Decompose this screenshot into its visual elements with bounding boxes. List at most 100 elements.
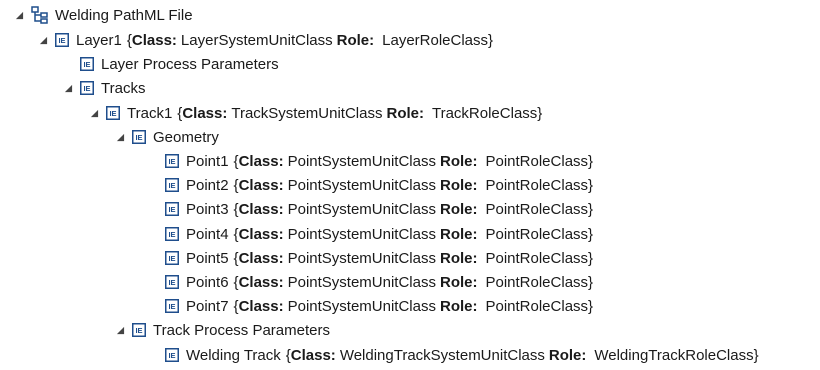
svg-text:IE: IE	[135, 133, 142, 142]
class-value: PointSystemUnitClass	[287, 249, 436, 267]
internal-element-icon: IE	[132, 323, 146, 337]
node-label: Welding Track	[186, 346, 281, 364]
internal-element-icon: IE	[80, 57, 94, 71]
class-value: TrackSystemUnitClass	[231, 104, 383, 122]
role-key: Role:	[439, 152, 478, 170]
tree-node-track1[interactable]: IE Track1 { Class: TrackSystemUnitClass …	[0, 101, 820, 125]
role-key: Role:	[439, 225, 478, 243]
internal-element-icon: IE	[165, 299, 179, 313]
close-brace: }	[588, 152, 594, 170]
internal-element-icon: IE	[165, 227, 179, 241]
role-value: LayerRoleClass	[382, 31, 489, 49]
class-value: PointSystemUnitClass	[287, 297, 436, 315]
tree-node-point[interactable]: IE Point1 { Class: PointSystemUnitClass …	[0, 149, 820, 173]
node-label: Point6	[186, 273, 229, 291]
node-label: Layer Process Parameters	[101, 55, 279, 73]
node-label: Point3	[186, 200, 229, 218]
svg-text:IE: IE	[135, 326, 142, 335]
node-label: Point7	[186, 297, 229, 315]
tree-node-point[interactable]: IE Point3 { Class: PointSystemUnitClass …	[0, 197, 820, 221]
role-key: Role:	[439, 297, 478, 315]
collapse-toggle-icon[interactable]	[37, 28, 49, 52]
collapse-toggle-icon[interactable]	[88, 101, 100, 125]
tree-node-layer1[interactable]: IE Layer1 { Class: LayerSystemUnitClass …	[0, 28, 820, 52]
close-brace: }	[753, 346, 759, 364]
class-value: PointSystemUnitClass	[287, 176, 436, 194]
role-key: Role:	[439, 273, 478, 291]
role-value: TrackRoleClass	[431, 104, 538, 122]
role-value: PointRoleClass	[485, 249, 589, 267]
class-value: PointSystemUnitClass	[287, 273, 436, 291]
node-label: Tracks	[101, 79, 146, 97]
tree-node-layer-process-parameters[interactable]: IE Layer Process Parameters	[0, 52, 820, 76]
tree-node-point[interactable]: IE Point6 { Class: PointSystemUnitClass …	[0, 270, 820, 294]
close-brace: }	[588, 249, 594, 267]
class-value: PointSystemUnitClass	[287, 152, 436, 170]
svg-text:IE: IE	[83, 60, 90, 69]
internal-element-icon: IE	[165, 178, 179, 192]
role-value: PointRoleClass	[485, 152, 589, 170]
svg-text:IE: IE	[168, 254, 175, 263]
class-key: Class:	[238, 200, 284, 218]
node-label: Point5	[186, 249, 229, 267]
node-label: Point2	[186, 176, 229, 194]
internal-element-icon: IE	[132, 130, 146, 144]
tree-node-point[interactable]: IE Point5 { Class: PointSystemUnitClass …	[0, 246, 820, 270]
node-label: Point1	[186, 152, 229, 170]
role-value: PointRoleClass	[485, 297, 589, 315]
class-key: Class:	[131, 31, 177, 49]
collapse-toggle-icon[interactable]	[114, 318, 126, 342]
svg-text:IE: IE	[109, 109, 116, 118]
svg-text:IE: IE	[168, 230, 175, 239]
internal-element-icon: IE	[165, 275, 179, 289]
tree-node-point[interactable]: IE Point2 { Class: PointSystemUnitClass …	[0, 173, 820, 197]
internal-element-icon: IE	[165, 251, 179, 265]
tree-node-track-process-parameters[interactable]: IE Track Process Parameters	[0, 318, 820, 342]
svg-text:IE: IE	[168, 278, 175, 287]
class-key: Class:	[238, 249, 284, 267]
class-key: Class:	[238, 152, 284, 170]
tree-node-point[interactable]: IE Point4 { Class: PointSystemUnitClass …	[0, 222, 820, 246]
close-brace: }	[588, 200, 594, 218]
node-label: Welding PathML File	[55, 6, 193, 24]
svg-text:IE: IE	[168, 205, 175, 214]
collapse-toggle-icon[interactable]	[13, 3, 25, 27]
class-key: Class:	[238, 273, 284, 291]
collapse-toggle-icon[interactable]	[62, 76, 74, 100]
internal-element-icon: IE	[165, 202, 179, 216]
close-brace: }	[588, 297, 594, 315]
internal-element-icon: IE	[165, 348, 179, 362]
svg-text:IE: IE	[168, 157, 175, 166]
close-brace: }	[488, 31, 494, 49]
class-value: PointSystemUnitClass	[287, 200, 436, 218]
tree-node-welding-track[interactable]: IE Welding Track { Class: WeldingTrackSy…	[0, 343, 820, 367]
close-brace: }	[588, 176, 594, 194]
role-value: PointRoleClass	[485, 273, 589, 291]
role-key: Role:	[439, 249, 478, 267]
tree-node-geometry[interactable]: IE Geometry	[0, 125, 820, 149]
close-brace: }	[588, 273, 594, 291]
internal-element-icon: IE	[106, 106, 120, 120]
svg-text:IE: IE	[168, 351, 175, 360]
tree-node-point[interactable]: IE Point7 { Class: PointSystemUnitClass …	[0, 294, 820, 318]
internal-element-icon: IE	[55, 33, 69, 47]
role-value: PointRoleClass	[485, 200, 589, 218]
internal-element-icon: IE	[165, 154, 179, 168]
class-value: LayerSystemUnitClass	[180, 31, 333, 49]
tree-node-tracks[interactable]: IE Tracks	[0, 76, 820, 100]
class-key: Class:	[290, 346, 336, 364]
tree-node-root[interactable]: Welding PathML File	[0, 3, 820, 27]
role-value: PointRoleClass	[485, 176, 589, 194]
role-key: Role:	[386, 104, 424, 122]
role-key: Role:	[439, 176, 478, 194]
role-key: Role:	[439, 200, 478, 218]
collapse-toggle-icon[interactable]	[114, 125, 126, 149]
node-label: Layer1	[76, 31, 122, 49]
class-key: Class:	[238, 225, 284, 243]
svg-text:IE: IE	[83, 84, 90, 93]
close-brace: }	[537, 104, 543, 122]
role-value: WeldingTrackRoleClass	[594, 346, 754, 364]
role-key: Role:	[336, 31, 375, 49]
class-key: Class:	[238, 176, 284, 194]
class-value: PointSystemUnitClass	[287, 225, 436, 243]
